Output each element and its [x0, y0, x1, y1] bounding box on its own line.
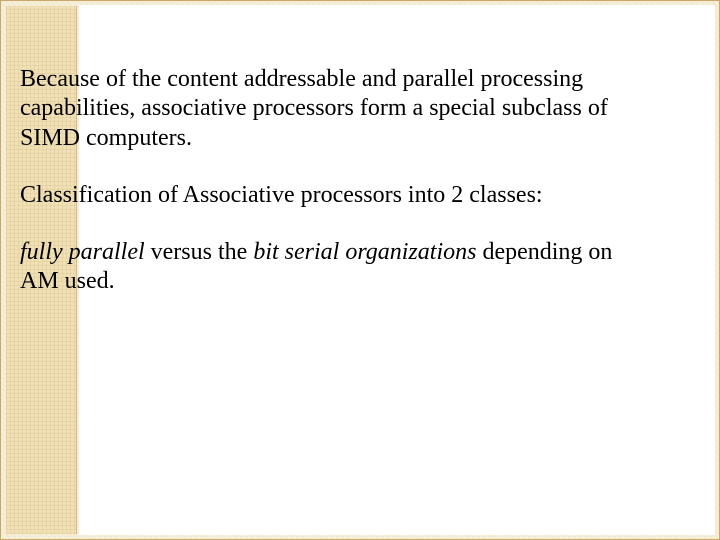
- term-bit-serial: bit serial organizations: [253, 239, 476, 265]
- term-fully-parallel: fully parallel: [20, 239, 145, 265]
- slide: Because of the content addressable and p…: [0, 0, 720, 540]
- text-versus: versus the: [145, 239, 254, 265]
- paragraph-2: Classification of Associative processors…: [20, 181, 648, 210]
- content-panel: Because of the content addressable and p…: [79, 5, 715, 535]
- paragraph-1: Because of the content addressable and p…: [20, 65, 648, 153]
- body-text: Because of the content addressable and p…: [20, 65, 648, 325]
- paragraph-3: fully parallel versus the bit serial org…: [20, 238, 648, 297]
